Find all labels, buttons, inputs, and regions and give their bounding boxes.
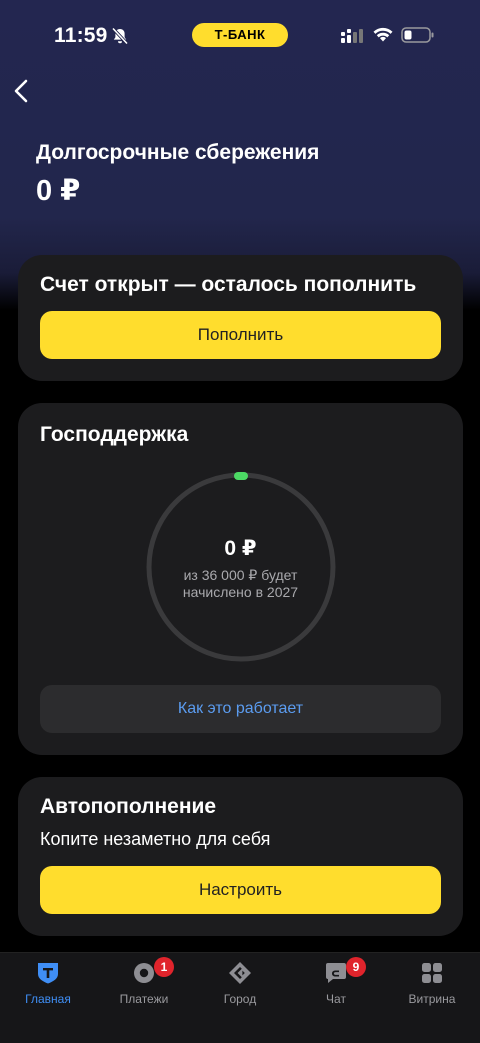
top-up-button[interactable]: Пополнить <box>40 311 441 359</box>
bank-t-icon <box>38 963 58 984</box>
chat-icon <box>326 963 346 983</box>
top-up-card: Счет открыт — осталось пополнить Пополни… <box>18 255 463 381</box>
how-it-works-button[interactable]: Как это работает <box>40 685 441 733</box>
tab-city-label: Город <box>223 992 257 1006</box>
tab-city[interactable]: Город <box>192 953 288 1013</box>
state-support-card: Господдержка 0 ₽ из 36 000 ₽ будет начис… <box>18 403 463 755</box>
support-amount: 0 ₽ <box>224 537 257 560</box>
top-up-card-title: Счет открыт — осталось пополнить <box>40 273 417 296</box>
tab-payments[interactable]: 1 Платежи <box>96 953 192 1013</box>
auto-top-up-subtitle: Копите незаметно для себя <box>40 829 271 849</box>
screen: 11:59 Т-БАНК Долгосрочные сбережения 0 ₽… <box>0 0 480 1043</box>
tab-showcase-label: Витрина <box>408 992 456 1006</box>
status-time: 11:59 <box>54 24 108 47</box>
bank-pill[interactable]: Т-БАНК <box>192 23 288 47</box>
page-title: Долгосрочные сбережения <box>36 141 320 164</box>
payments-icon <box>134 963 154 983</box>
showcase-icon <box>422 963 442 983</box>
cellular-signal-icon <box>341 29 363 43</box>
auto-top-up-title: Автопополнение <box>40 795 217 818</box>
tab-chat[interactable]: 9 Чат <box>288 953 384 1013</box>
balance-amount: 0 ₽ <box>36 175 81 207</box>
tab-home[interactable]: Главная <box>0 953 96 1013</box>
wifi-icon <box>373 27 393 42</box>
support-caption-line1: из 36 000 ₽ будет <box>183 567 298 583</box>
chat-badge: 9 <box>346 957 366 977</box>
status-bar: 11:59 Т-БАНК <box>0 0 480 70</box>
tab-showcase[interactable]: Витрина <box>384 953 480 1013</box>
support-caption: из 36 000 ₽ будет начислено в 2027 <box>18 567 463 601</box>
payments-badge: 1 <box>154 957 174 977</box>
tab-home-label: Главная <box>25 992 71 1006</box>
battery-icon <box>401 27 434 43</box>
progress-start-mark <box>234 472 248 480</box>
back-button[interactable] <box>6 74 40 108</box>
tab-chat-label: Чат <box>326 992 346 1006</box>
city-icon <box>229 962 251 984</box>
bell-off-icon <box>111 27 129 45</box>
tab-bar: Главная 1 Платежи Город 9 Чат Витрина <box>0 952 480 1043</box>
support-caption-line2: начислено в 2027 <box>182 584 299 600</box>
tab-payments-label: Платежи <box>119 992 169 1006</box>
state-support-title: Господдержка <box>40 423 189 446</box>
configure-button[interactable]: Настроить <box>40 866 441 914</box>
auto-top-up-card: Автопополнение Копите незаметно для себя… <box>18 777 463 936</box>
